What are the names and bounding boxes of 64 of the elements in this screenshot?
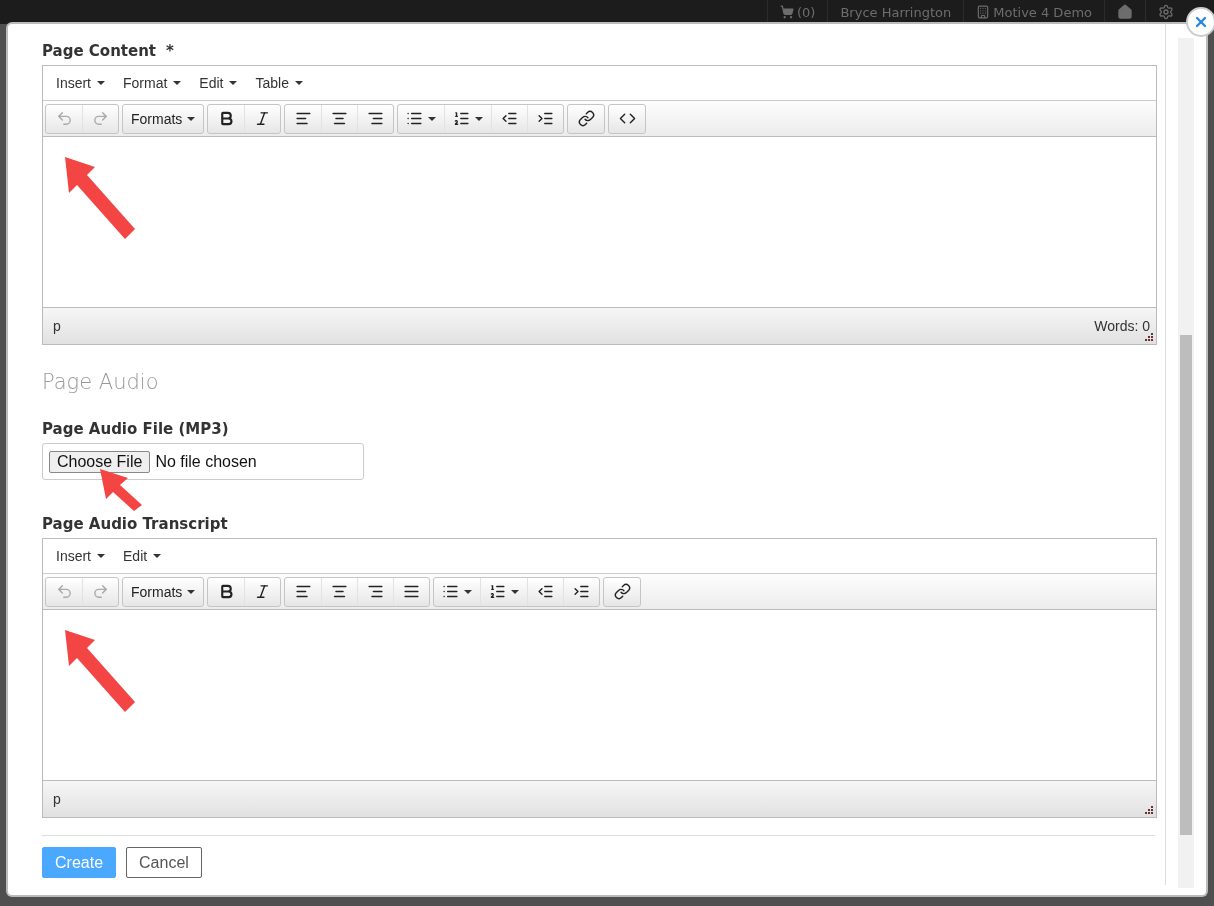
align-right-icon <box>367 583 385 600</box>
caret-icon <box>475 116 484 121</box>
close-button[interactable] <box>1186 7 1214 37</box>
undo-icon <box>55 110 73 127</box>
home-icon[interactable] <box>1117 4 1133 20</box>
file-status: No file chosen <box>155 452 257 471</box>
caret-icon <box>97 554 105 558</box>
caret-icon <box>229 81 238 85</box>
align-center-icon <box>331 583 349 600</box>
formats-dropdown[interactable]: Formats <box>123 104 204 133</box>
settings-icon[interactable] <box>1158 4 1174 20</box>
menu-item[interactable]: Edit <box>190 75 247 91</box>
element-path: p <box>53 791 61 807</box>
formats-dropdown[interactable]: Formats <box>123 577 204 606</box>
bullet-list-icon <box>442 583 460 600</box>
align-justify-icon <box>403 583 421 600</box>
choose-file-button[interactable]: Choose File <box>49 450 151 473</box>
redo-icon <box>92 583 109 600</box>
close-icon <box>1193 14 1209 30</box>
field-label: Page Audio File (MP3) <box>42 420 229 438</box>
building-icon <box>976 5 991 19</box>
scrollbar[interactable] <box>1178 38 1194 888</box>
numbered-list-icon <box>489 583 507 600</box>
align-left-icon <box>294 110 312 127</box>
align-left-icon <box>294 583 312 600</box>
element-path: p <box>53 318 61 334</box>
numbered-list-icon <box>453 110 471 127</box>
caret-icon <box>187 116 196 121</box>
caret-icon <box>153 554 162 558</box>
cancel-button[interactable]: Cancel <box>126 847 202 878</box>
caret-icon <box>428 116 437 121</box>
link-icon <box>613 583 631 600</box>
undo-icon <box>55 583 73 600</box>
caret-icon <box>464 589 473 594</box>
link-icon <box>577 110 595 127</box>
bullet-list-icon <box>406 110 424 127</box>
caret-icon <box>187 589 196 594</box>
indent-icon <box>537 110 555 127</box>
indent-icon <box>573 583 591 600</box>
redo-icon <box>92 110 109 127</box>
resize-handle-icon[interactable] <box>1145 333 1154 342</box>
outdent-icon <box>501 110 519 127</box>
caret-icon <box>294 81 303 85</box>
menu-item[interactable]: Edit <box>114 548 171 564</box>
field-label: Page Content <box>42 42 157 60</box>
resize-handle-icon[interactable] <box>1145 806 1154 815</box>
file-input[interactable]: Choose File No file chosen <box>42 443 364 480</box>
pointer-arrow <box>98 467 144 513</box>
scrollbar-thumb[interactable] <box>1180 335 1192 835</box>
required-mark: * <box>166 42 174 60</box>
word-count: Words: 0 <box>1094 318 1150 334</box>
menu-item[interactable]: Table <box>246 75 312 91</box>
menu-item[interactable]: Insert <box>47 548 114 564</box>
section-heading: Page Audio <box>42 370 160 394</box>
caret-icon <box>97 81 105 85</box>
caret-icon <box>511 589 520 594</box>
menu-item[interactable]: Insert <box>47 75 114 91</box>
align-center-icon <box>331 110 349 127</box>
outdent-icon <box>537 583 555 600</box>
align-right-icon <box>367 110 385 127</box>
cart-icon[interactable] <box>780 5 794 19</box>
menu-item[interactable]: Format <box>114 75 191 91</box>
caret-icon <box>173 81 182 85</box>
field-label: Page Audio Transcript <box>42 515 228 533</box>
